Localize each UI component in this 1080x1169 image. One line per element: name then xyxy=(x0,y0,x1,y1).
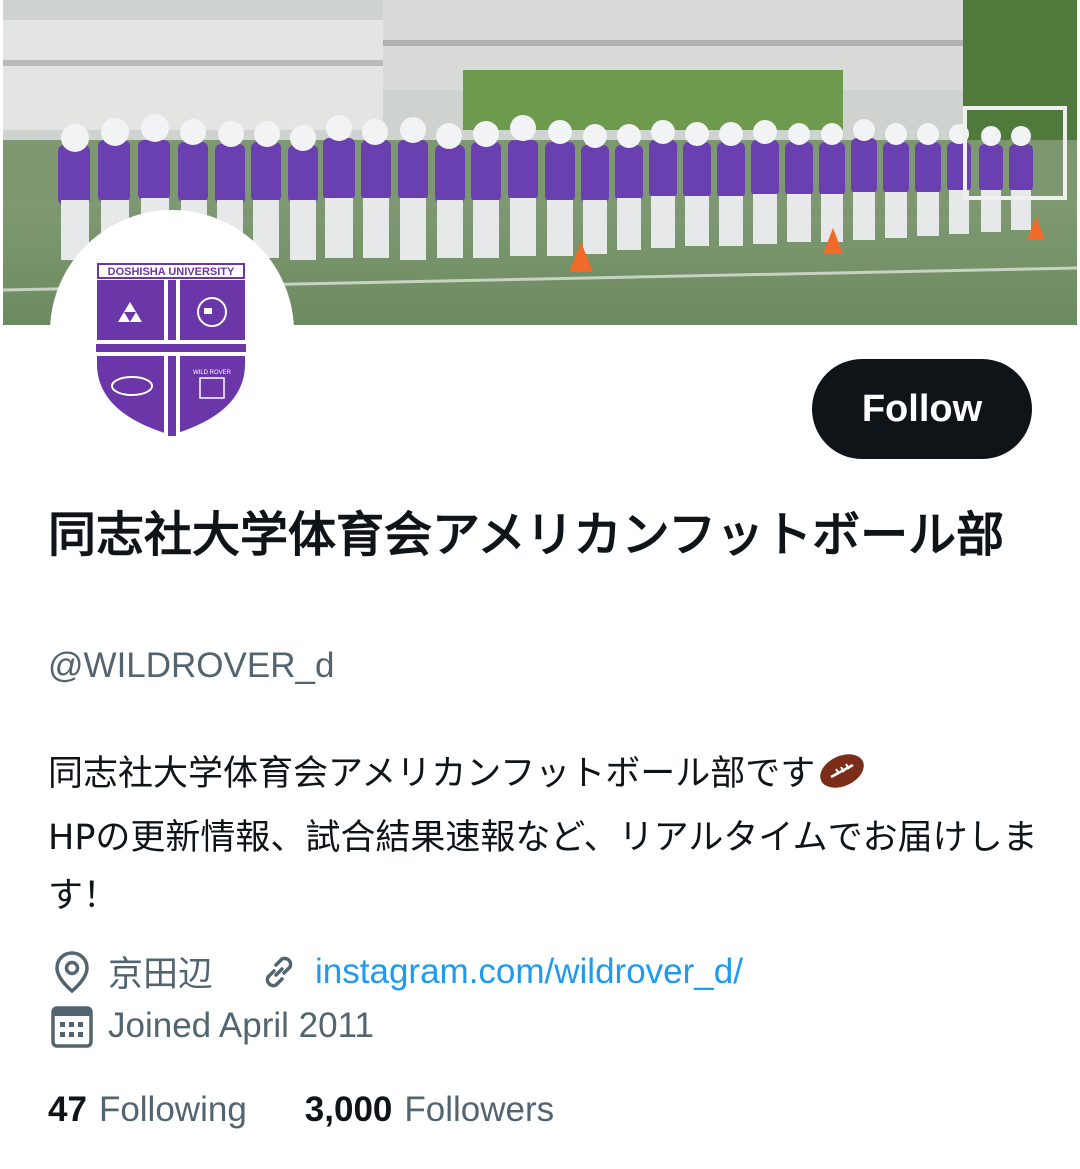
bio-line-2: HPの更新情報、試合結果速報など、リアルタイムでお届けします！ xyxy=(48,818,1038,916)
bio-line-1: 同志社大学体育会アメリカンフットボール部です xyxy=(48,754,816,794)
shield-text: DOSHISHA UNIVERSITY xyxy=(108,266,235,278)
followers-stat[interactable]: 3,000 Followers xyxy=(305,1090,554,1130)
following-stat[interactable]: 47 Following xyxy=(48,1090,247,1130)
following-count: 47 xyxy=(48,1090,87,1129)
shield-logo: DOSHISHA UNIVERSITY WILD ROVER xyxy=(54,214,290,450)
profile-meta-row-2: Joined April 2011 xyxy=(48,1002,374,1050)
bio: 同志社大学体育会アメリカンフットボール部です HPの更新情報、試合結果速報など、… xyxy=(48,745,1048,925)
location-text: 京田辺 xyxy=(108,955,214,995)
american-football-emoji xyxy=(817,751,867,809)
website-link[interactable]: instagram.com/wildrover_d/ xyxy=(315,952,743,992)
joined-date: Joined April 2011 xyxy=(108,1006,374,1045)
follow-stats: 47 Following 3,000 Followers xyxy=(48,1090,612,1130)
calendar-icon xyxy=(48,1002,96,1050)
followers-count: 3,000 xyxy=(304,1090,393,1129)
link-icon xyxy=(255,948,303,996)
followers-label: Followers xyxy=(404,1090,555,1129)
profile-meta-row-1: 京田辺 instagram.com/wildrover_d/ xyxy=(48,946,743,997)
avatar[interactable]: DOSHISHA UNIVERSITY WILD ROVER xyxy=(50,210,294,454)
location-pin-icon xyxy=(48,948,96,996)
handle: @WILDROVER_d xyxy=(48,646,335,685)
follow-button[interactable]: Follow xyxy=(812,359,1032,459)
display-name: 同志社大学体育会アメリカンフットボール部 xyxy=(48,507,1005,563)
crest-text: WILD ROVER xyxy=(193,370,232,376)
following-label: Following xyxy=(98,1090,247,1129)
